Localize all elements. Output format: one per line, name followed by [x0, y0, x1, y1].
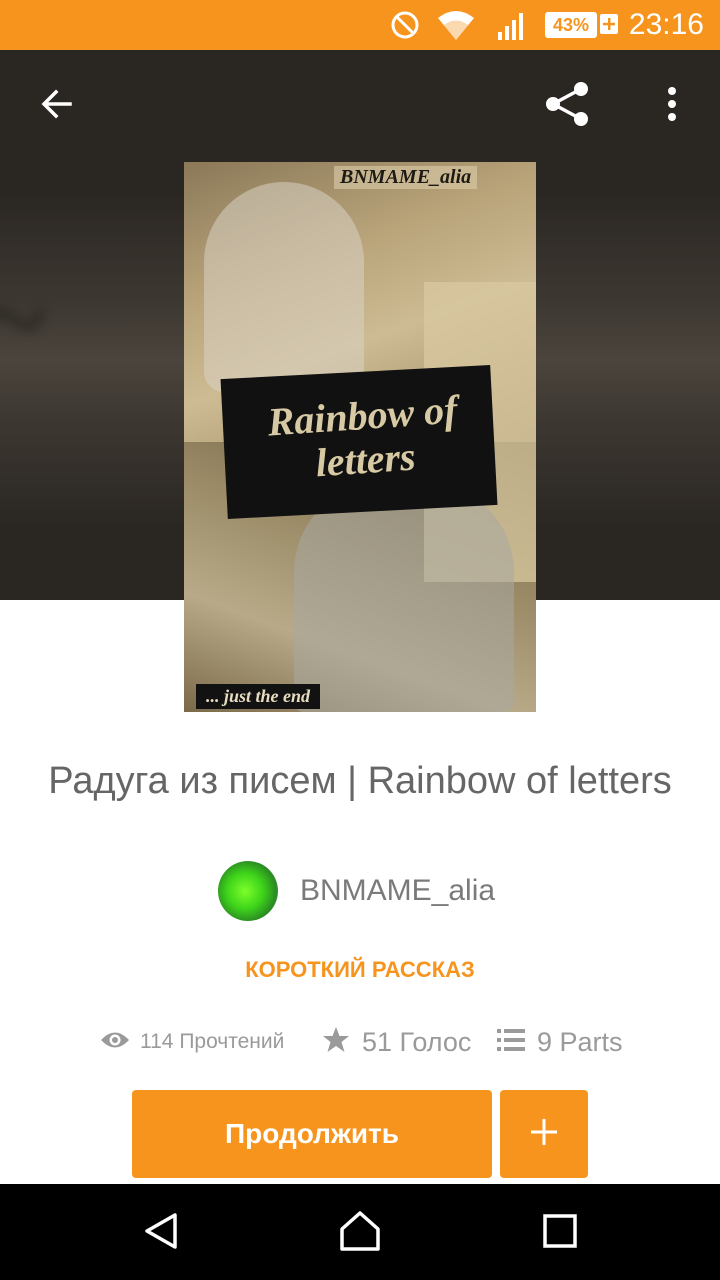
hero-blur-decoration: ~ — [0, 250, 45, 388]
status-bar: 43% 23:16 — [0, 0, 720, 50]
story-stats: 114 Прочтений 51 Голос 9 Parts — [0, 1022, 720, 1062]
story-title: Радуга из писем | Rainbow of letters — [48, 760, 672, 802]
system-nav-bar — [0, 1184, 720, 1280]
reads-stat: 114 Прочтений — [100, 1022, 284, 1062]
parts-stat: 9 Parts — [497, 1022, 623, 1062]
list-icon — [497, 1028, 525, 1057]
author-link[interactable]: BNMAME_alia — [218, 860, 495, 922]
nav-back-button[interactable] — [136, 1208, 186, 1258]
clock: 23:16 — [628, 8, 704, 41]
wifi-icon — [436, 10, 476, 47]
reads-count: 114 Прочтений — [140, 1030, 285, 1053]
back-arrow-icon — [38, 86, 74, 127]
recents-icon — [542, 1213, 578, 1254]
eye-icon — [100, 1029, 130, 1056]
star-icon — [322, 1026, 350, 1059]
plus-icon — [530, 1118, 558, 1151]
home-icon — [338, 1209, 382, 1258]
cover-man-figure — [294, 482, 514, 712]
votes-count: 51 Голос — [362, 1026, 472, 1057]
back-button[interactable] — [28, 78, 84, 134]
book-cover[interactable]: Rainbow of letters BNMAME_alia ... just … — [184, 162, 536, 712]
cover-author-text: BNMAME_alia — [334, 166, 478, 189]
avatar — [218, 861, 278, 921]
votes-stat: 51 Голос — [322, 1022, 471, 1062]
nav-recents-button[interactable] — [535, 1208, 585, 1258]
more-options-button[interactable] — [644, 78, 700, 134]
continue-reading-button[interactable]: Продолжить — [132, 1090, 492, 1178]
continue-label: Продолжить — [225, 1118, 399, 1149]
share-icon — [543, 79, 593, 134]
share-button[interactable] — [540, 78, 596, 134]
battery-percent: 43% — [547, 14, 595, 36]
back-triangle-icon — [141, 1211, 181, 1256]
cover-tagline: ... just the end — [196, 684, 321, 709]
cover-woman-figure — [204, 182, 364, 392]
nav-home-button[interactable] — [335, 1208, 385, 1258]
genre-label[interactable]: КОРОТКИЙ РАССКАЗ — [0, 957, 720, 983]
author-name: BNMAME_alia — [300, 874, 496, 907]
parts-count: 9 Parts — [537, 1026, 623, 1057]
add-to-library-button[interactable] — [500, 1090, 588, 1178]
signal-icon — [496, 10, 526, 45]
more-vert-icon — [667, 86, 677, 127]
charging-plus-icon — [598, 10, 620, 38]
do-not-disturb-icon — [390, 10, 420, 45]
cover-title-text: Rainbow of letters — [266, 386, 459, 486]
battery-icon: 43% — [545, 12, 597, 38]
